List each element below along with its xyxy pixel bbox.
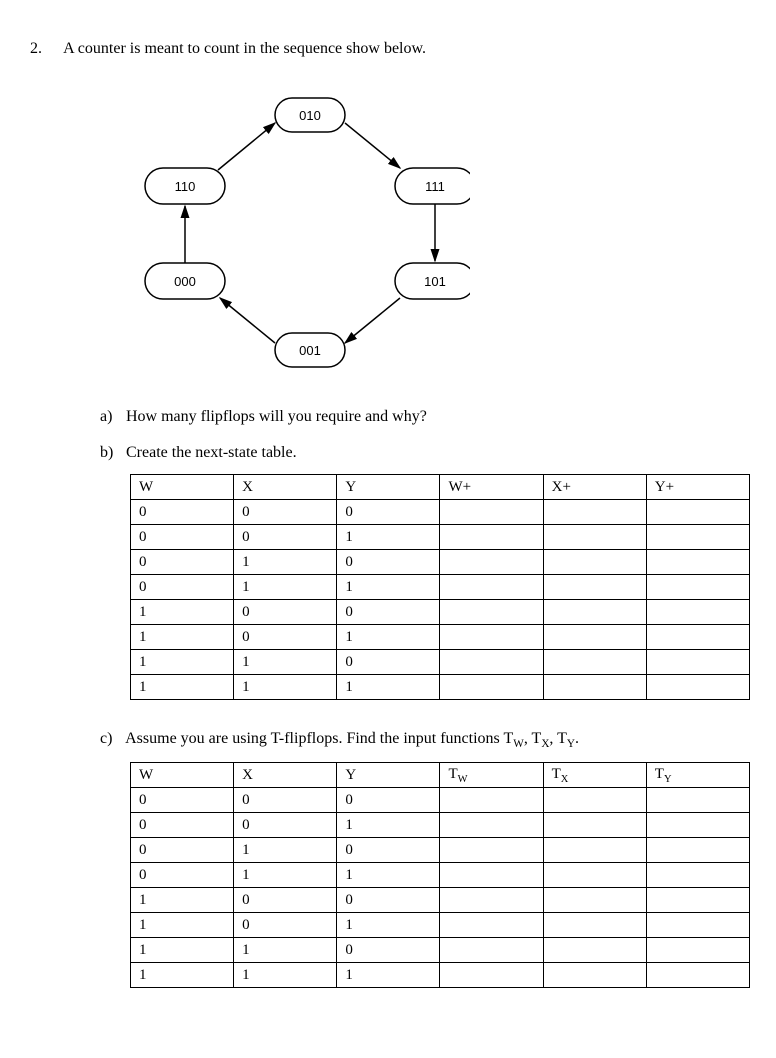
next-state-table: W X Y W+ X+ Y+ 000 001 010 011 100 101 1… <box>130 474 750 700</box>
table-row: 000 <box>131 500 750 525</box>
part-a-label: a) <box>100 408 122 426</box>
table-row: 101 <box>131 625 750 650</box>
part-b-label: b) <box>100 444 122 462</box>
table-row: 110 <box>131 938 750 963</box>
table-row: 011 <box>131 863 750 888</box>
transition-edge <box>218 123 275 170</box>
transition-edge <box>345 123 400 168</box>
state-label: 110 <box>175 179 196 194</box>
state-label: 111 <box>425 179 445 194</box>
table-row: 010 <box>131 838 750 863</box>
table-row: 100 <box>131 600 750 625</box>
part-b: b) Create the next-state table. <box>100 444 746 462</box>
table-row: 001 <box>131 813 750 838</box>
col-header: Y+ <box>646 475 749 500</box>
table-row: 011 <box>131 575 750 600</box>
part-c-text: Assume you are using T-flipflops. Find t… <box>125 730 579 747</box>
state-label: 000 <box>174 274 196 289</box>
part-b-text: Create the next-state table. <box>126 444 297 461</box>
part-c: c) Assume you are using T-flipflops. Fin… <box>100 730 746 750</box>
table-row: 000 <box>131 788 750 813</box>
transition-edge <box>220 298 275 343</box>
part-c-label: c) <box>100 730 122 748</box>
state-label: 010 <box>299 108 321 123</box>
table-row: 110 <box>131 650 750 675</box>
col-header: TX <box>543 763 646 788</box>
table-header-row: W X Y TW TX TY <box>131 763 750 788</box>
question-header: 2. A counter is meant to count in the se… <box>30 40 746 58</box>
col-header: X+ <box>543 475 646 500</box>
col-header: TW <box>440 763 543 788</box>
t-flipflop-table: W X Y TW TX TY 000 001 010 011 100 101 1… <box>130 762 750 988</box>
col-header: TY <box>646 763 749 788</box>
col-header: W <box>131 763 234 788</box>
col-header: W+ <box>440 475 543 500</box>
col-header: X <box>234 763 337 788</box>
table-header-row: W X Y W+ X+ Y+ <box>131 475 750 500</box>
table-row: 111 <box>131 963 750 988</box>
state-diagram: 010 110 111 000 101 001 <box>110 78 470 378</box>
question-number: 2. <box>30 40 60 58</box>
table-row: 010 <box>131 550 750 575</box>
col-header: Y <box>337 763 440 788</box>
col-header: Y <box>337 475 440 500</box>
table-row: 001 <box>131 525 750 550</box>
state-label: 001 <box>299 343 321 358</box>
table-row: 101 <box>131 913 750 938</box>
question-prompt: A counter is meant to count in the seque… <box>63 40 426 57</box>
table-row: 111 <box>131 675 750 700</box>
part-a-text: How many flipflops will you require and … <box>126 408 427 425</box>
state-label: 101 <box>424 274 446 289</box>
col-header: X <box>234 475 337 500</box>
table-row: 100 <box>131 888 750 913</box>
col-header: W <box>131 475 234 500</box>
part-a: a) How many flipflops will you require a… <box>100 408 746 426</box>
transition-edge <box>345 298 400 343</box>
